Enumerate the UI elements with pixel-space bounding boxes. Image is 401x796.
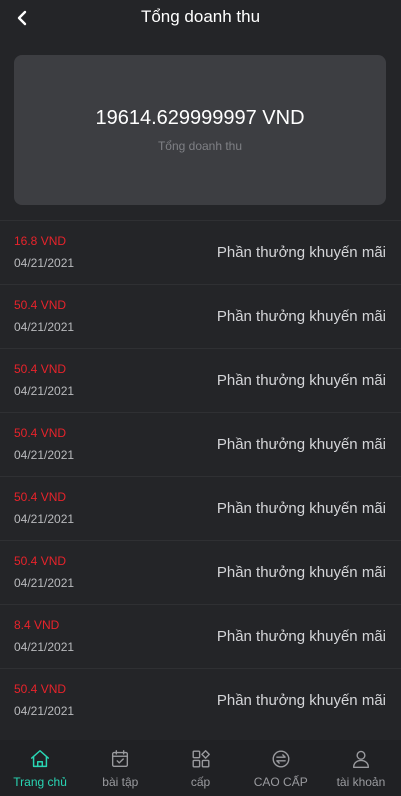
transaction-description: Phần thưởng khuyến mãi <box>216 372 386 389</box>
transaction-description: Phần thưởng khuyến mãi <box>216 692 386 709</box>
transaction-date: 04/21/2021 <box>14 576 75 590</box>
transaction-row[interactable]: 50.4 VND 04/21/2021 Phần thưởng khuyến m… <box>0 284 401 348</box>
transaction-description: Phần thưởng khuyến mãi <box>216 628 386 645</box>
transaction-date: 04/21/2021 <box>14 448 75 462</box>
nav-item-home[interactable]: Trang chủ <box>0 740 80 796</box>
transaction-amount: 50.4 VND <box>14 362 67 376</box>
transaction-date: 04/21/2021 <box>14 704 75 718</box>
transaction-amount: 50.4 VND <box>14 490 67 504</box>
exchange-icon <box>272 750 290 768</box>
revenue-summary-card: 19614.629999997 VND Tổng doanh thu <box>14 55 386 205</box>
transaction-amount: 16.8 VND <box>14 234 67 248</box>
nav-item-account[interactable]: tài khoản <box>321 740 401 796</box>
grid-icon <box>192 750 210 768</box>
transaction-row[interactable]: 50.4 VND 04/21/2021 Phần thưởng khuyến m… <box>0 348 401 412</box>
transaction-date: 04/21/2021 <box>14 640 75 654</box>
nav-label-level: cấp <box>190 775 211 789</box>
user-icon <box>352 750 369 768</box>
transaction-description: Phần thưởng khuyến mãi <box>216 500 386 517</box>
transaction-amount: 50.4 VND <box>14 554 67 568</box>
nav-item-level[interactable]: cấp <box>160 740 240 796</box>
transaction-date: 04/21/2021 <box>14 320 75 334</box>
nav-label-premium: CAO CẤP <box>253 775 308 789</box>
transaction-amount: 50.4 VND <box>14 298 67 312</box>
home-icon <box>31 750 50 768</box>
transaction-row[interactable]: 50.4 VND 04/21/2021 Phần thưởng khuyến m… <box>0 540 401 604</box>
calendar-check-icon <box>112 750 129 768</box>
transaction-description: Phần thưởng khuyến mãi <box>216 436 386 453</box>
transaction-row[interactable]: 16.8 VND 04/21/2021 Phần thưởng khuyến m… <box>0 220 401 284</box>
transaction-date: 04/21/2021 <box>14 384 75 398</box>
transaction-description: Phần thưởng khuyến mãi <box>216 564 386 581</box>
page-title: Tổng doanh thu <box>140 7 261 26</box>
transaction-amount: 8.4 VND <box>14 618 60 632</box>
transaction-list: 16.8 VND 04/21/2021 Phần thưởng khuyến m… <box>0 220 401 732</box>
transaction-row[interactable]: 50.4 VND 04/21/2021 Phần thưởng khuyến m… <box>0 412 401 476</box>
transaction-row[interactable]: 8.4 VND 04/21/2021 Phần thưởng khuyến mã… <box>0 604 401 668</box>
transaction-row[interactable]: 50.4 VND 04/21/2021 Phần thưởng khuyến m… <box>0 668 401 732</box>
transaction-description: Phần thưởng khuyến mãi <box>216 308 386 325</box>
bottom-navigation: Trang chủ bài tập cấp CAO CẤP tài khoản <box>0 740 401 796</box>
transaction-amount: 50.4 VND <box>14 426 67 440</box>
app-root: Tổng doanh thu 19614.629999997 VND Tổng … <box>0 0 401 796</box>
total-revenue-amount: 19614.629999997 VND <box>95 107 305 129</box>
transaction-description: Phần thưởng khuyến mãi <box>216 244 386 261</box>
nav-item-premium[interactable]: CAO CẤP <box>241 740 321 796</box>
nav-label-account: tài khoản <box>336 775 386 789</box>
transaction-date: 04/21/2021 <box>14 512 75 526</box>
nav-item-exercises[interactable]: bài tập <box>80 740 160 796</box>
nav-label-home: Trang chủ <box>13 775 67 789</box>
transaction-date: 04/21/2021 <box>14 256 75 270</box>
header: Tổng doanh thu <box>0 0 401 36</box>
total-revenue-label: Tổng doanh thu <box>157 139 243 153</box>
transaction-amount: 50.4 VND <box>14 682 67 696</box>
transaction-row[interactable]: 50.4 VND 04/21/2021 Phần thưởng khuyến m… <box>0 476 401 540</box>
nav-label-exercises: bài tập <box>102 775 139 789</box>
